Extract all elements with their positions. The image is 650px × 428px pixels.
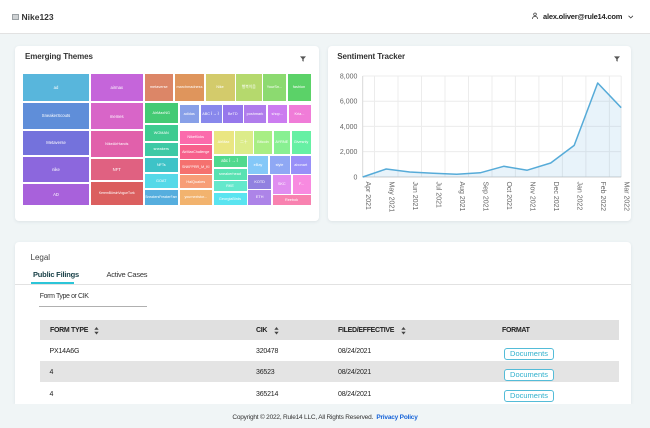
svg-text:Jan 2022: Jan 2022 <box>575 181 582 210</box>
svg-text:Jul 2021: Jul 2021 <box>434 181 441 208</box>
svg-text:Aug 2021: Aug 2021 <box>457 181 464 211</box>
svg-text:Mar 2022: Mar 2022 <box>622 181 629 211</box>
svg-text:Dec 2021: Dec 2021 <box>551 181 558 211</box>
svg-text:Sep 2021: Sep 2021 <box>481 181 488 211</box>
svg-text:4,000: 4,000 <box>340 124 358 131</box>
svg-text:6,000: 6,000 <box>340 99 358 106</box>
svg-text:Apr 2021: Apr 2021 <box>363 181 370 209</box>
svg-text:Jun 2021: Jun 2021 <box>410 181 417 210</box>
svg-text:May 2021: May 2021 <box>387 181 394 212</box>
svg-text:8,000: 8,000 <box>340 74 358 81</box>
svg-text:Nov 2021: Nov 2021 <box>528 181 535 211</box>
svg-text:Oct 2021: Oct 2021 <box>504 181 511 209</box>
svg-text:Feb 2022: Feb 2022 <box>598 181 605 211</box>
svg-text:0: 0 <box>353 174 357 181</box>
svg-text:2,000: 2,000 <box>340 149 358 156</box>
